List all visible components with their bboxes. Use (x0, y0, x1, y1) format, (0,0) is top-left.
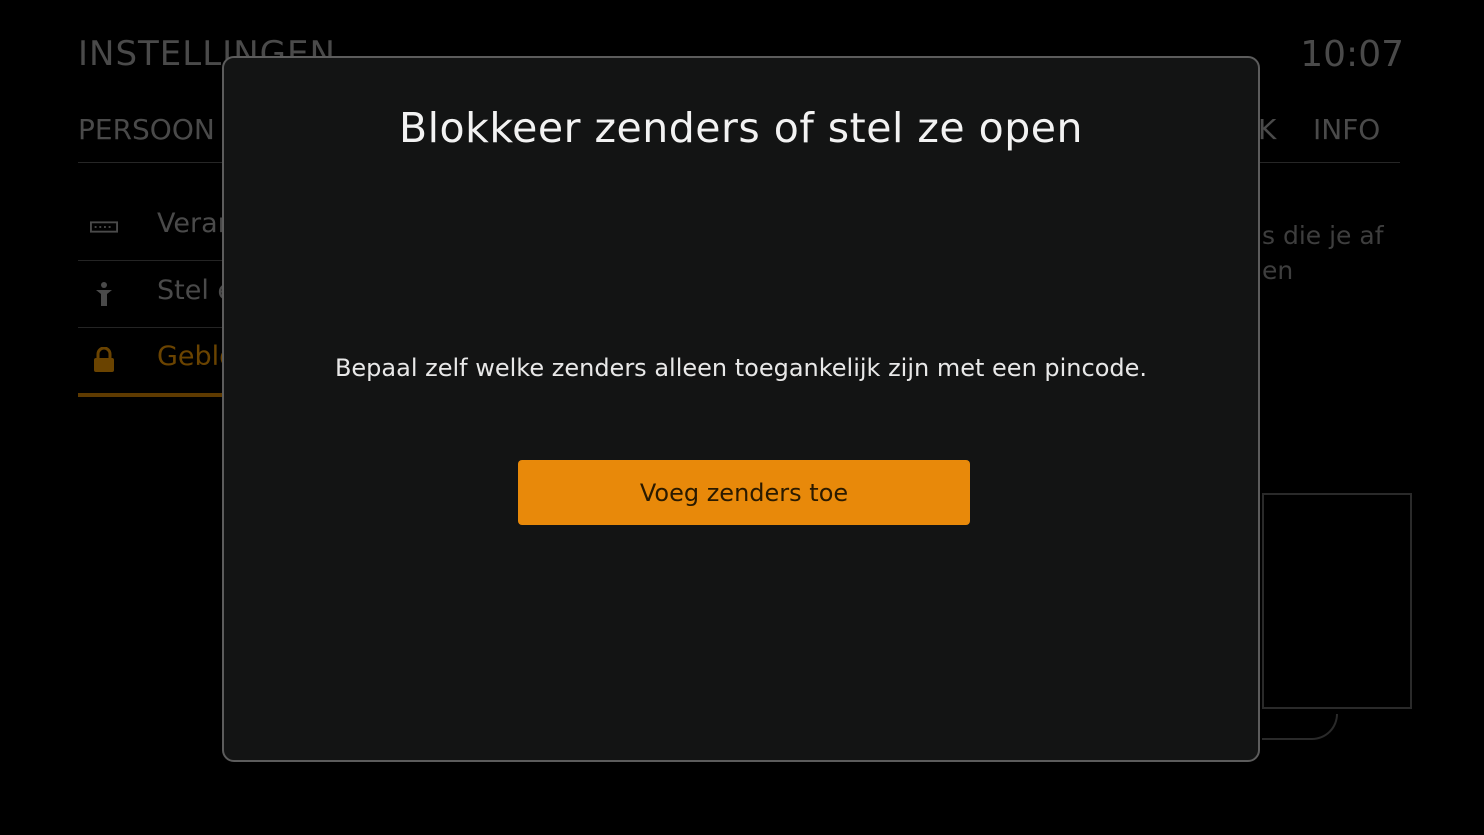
background-description: s die je af en (1262, 221, 1384, 285)
tab-info[interactable]: INFO (1313, 113, 1380, 146)
tab-persoon[interactable]: PERSOON (78, 113, 215, 146)
person-icon (90, 281, 118, 307)
menu-item-geblokkeerd[interactable]: Geblo (78, 327, 236, 397)
dialog-message: Bepaal zelf welke zenders alleen toegank… (334, 354, 1148, 382)
clock: 10:07 (1300, 34, 1404, 75)
tv-stand-illustration (1262, 714, 1338, 740)
dialog-title: Blokkeer zenders of stel ze open (399, 104, 1083, 152)
add-channels-button[interactable]: Voeg zenders toe (518, 460, 970, 525)
menu-item-verander[interactable]: Verar (78, 194, 229, 261)
lock-icon (90, 347, 118, 373)
tab-partial[interactable]: K (1258, 113, 1276, 146)
menu-item-label: Verar (157, 208, 229, 239)
menu-item-stel[interactable]: Stel e (78, 261, 234, 328)
block-channels-dialog: Blokkeer zenders of stel ze open Bepaal … (222, 56, 1260, 762)
keyboard-icon (90, 214, 118, 240)
tv-illustration (1262, 493, 1412, 709)
screen: INSTELLINGEN 10:07 PERSOON K INFO Verar (0, 0, 1484, 835)
